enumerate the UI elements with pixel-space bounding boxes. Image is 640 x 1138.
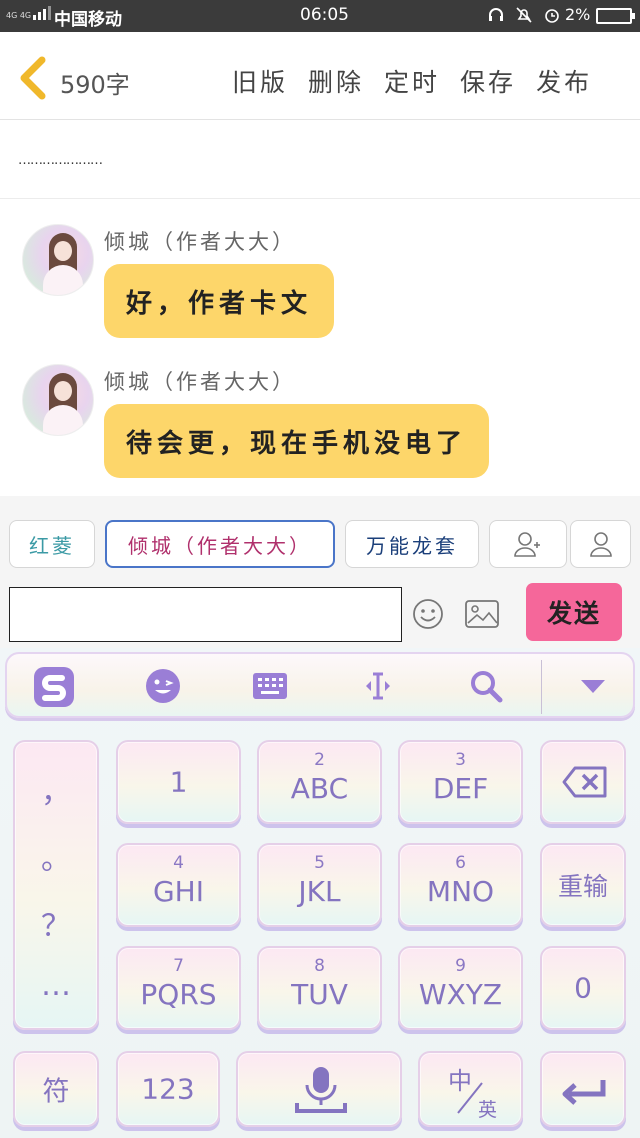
battery-percent: 2% [565,5,591,24]
role-button-qing-cheng[interactable]: 倾城（作者大大） [105,520,335,568]
add-person-icon [514,532,540,557]
language-toggle-key[interactable]: 中 英 [418,1051,523,1127]
person-icon [589,532,612,557]
message-bubble[interactable]: 好，作者卡文 [104,264,335,338]
carrier-name: 中国移动 [54,10,122,30]
role-selector: 红菱 倾城（作者大大） 万能龙套 [0,496,640,578]
sogou-logo-icon[interactable] [31,664,77,710]
backspace-key[interactable] [540,740,626,824]
collapse-down-icon[interactable] [573,666,613,706]
backspace-icon [562,766,607,798]
status-bar: 4G 4G 中国移动 06:05 2% [0,0,640,32]
status-time: 06:05 [300,5,349,25]
key-9[interactable]: 9 WXYZ [398,946,523,1030]
cursor-icon[interactable] [358,666,398,706]
save-button[interactable]: 保存 [460,63,516,99]
old-version-button[interactable]: 旧版 [232,63,288,99]
message-input[interactable] [9,587,402,642]
image-icon[interactable] [464,598,500,630]
space-voice-key[interactable] [236,1051,402,1127]
back-button[interactable] [16,56,50,100]
key-5[interactable]: 5 JKL [257,843,382,927]
smiley-icon[interactable] [412,598,444,630]
keyboard-icon[interactable] [250,666,290,706]
lang-en-label: 英 [478,1099,498,1121]
headset-icon [487,6,505,24]
add-role-button[interactable] [489,520,567,568]
avatar[interactable] [22,224,94,296]
delete-button[interactable]: 删除 [308,63,364,99]
lang-divider-slash [457,1082,483,1114]
chat-list: 倾城（作者大大） 好，作者卡文 倾城（作者大大） 待会更，现在手机没电了 [0,200,640,496]
key-8[interactable]: 8 TUV [257,946,382,1030]
story-preview[interactable]: ………………… [0,121,640,199]
role-button-extra[interactable]: 万能龙套 [345,520,479,568]
signal-indicator: 4G 4G [6,6,52,20]
word-count: 590字 [60,71,130,99]
keyboard-toolbar [5,652,635,718]
punct-ellipsis[interactable]: … [41,968,71,1003]
status-icons [487,6,561,24]
toolbar-divider [541,660,542,714]
key-2[interactable]: 2 ABC [257,740,382,824]
header-actions: 旧版 删除 定时 保存 发布 [232,63,592,99]
key-4[interactable]: 4 GHI [116,843,241,927]
schedule-button[interactable]: 定时 [384,63,440,99]
message-sender: 倾城（作者大大） [104,230,296,254]
retype-key[interactable]: 重输 [540,843,626,927]
search-icon[interactable] [466,666,506,706]
emoji-face-icon[interactable] [143,666,183,706]
compose-bar: 发送 [0,578,640,648]
battery-icon [596,8,635,24]
key-3[interactable]: 3 DEF [398,740,523,824]
numbers-key[interactable]: 123 [116,1051,220,1127]
key-7[interactable]: 7 PQRS [116,946,241,1030]
preview-text: ………………… [18,153,103,168]
avatar[interactable] [22,364,94,436]
enter-key[interactable] [540,1051,626,1127]
editor-header: 590字 旧版 删除 定时 保存 发布 [0,32,640,120]
punct-question[interactable]: ？ [41,901,71,945]
punctuation-column[interactable]: ， 。 ？ … [13,740,99,1030]
signal-bars-icon [33,6,52,20]
message-sender: 倾城（作者大大） [104,370,296,394]
send-button[interactable]: 发送 [526,583,622,641]
key-1[interactable]: 1 [116,740,241,824]
network-type: 4G 4G [6,11,32,20]
microphone-icon [295,1067,347,1113]
role-button-red-ling[interactable]: 红菱 [9,520,95,568]
mute-icon [515,6,533,24]
key-6[interactable]: 6 MNO [398,843,523,927]
alarm-icon [543,6,561,24]
role-manage-button[interactable] [570,520,631,568]
symbols-key[interactable]: 符 [13,1051,99,1127]
message-bubble[interactable]: 待会更，现在手机没电了 [104,404,490,478]
enter-icon [562,1080,606,1105]
punct-period[interactable]: 。 [41,834,71,878]
key-0[interactable]: 0 [540,946,626,1030]
publish-button[interactable]: 发布 [536,63,592,99]
punct-comma[interactable]: ， [41,767,71,811]
ime-keyboard: ， 。 ？ … 1 2 ABC 3 DEF 4 GHI 5 JKL 6 MNO 重输 7P… [0,648,640,1138]
